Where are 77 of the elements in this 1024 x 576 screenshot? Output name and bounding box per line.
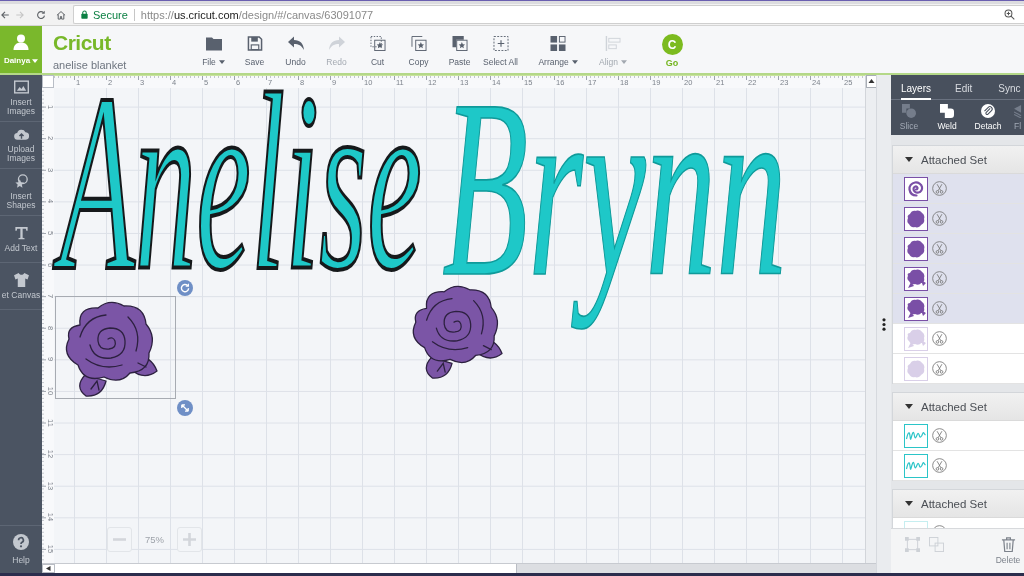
- lock-icon: [81, 10, 88, 19]
- scrollbar[interactable]: [865, 75, 876, 563]
- t-shirt-icon: [13, 272, 29, 287]
- dashed-plus-square-icon: [492, 36, 509, 51]
- scissors-icon[interactable]: [932, 428, 947, 443]
- scissors-icon[interactable]: [932, 458, 947, 473]
- scissors-icon[interactable]: [932, 271, 947, 286]
- panel-tab[interactable]: Edit: [955, 75, 973, 100]
- rotate-handle[interactable]: [177, 280, 193, 296]
- security-label: Secure: [93, 8, 128, 21]
- scissors-icon[interactable]: [932, 211, 947, 226]
- group-header[interactable]: Attached Set: [893, 393, 1024, 421]
- align-left-icon: [605, 36, 621, 51]
- layer-row[interactable]: [893, 294, 1024, 324]
- star-circle-icon: [13, 174, 29, 188]
- logo-badge: C: [661, 34, 683, 55]
- panel-tab[interactable]: Layers: [901, 75, 931, 100]
- home-icon[interactable]: [56, 9, 66, 20]
- scissors-icon[interactable]: [932, 181, 947, 196]
- grouped-square-icon: [904, 537, 920, 552]
- scissors-icon[interactable]: [932, 241, 947, 256]
- canvas-text: Brynn: [441, 95, 787, 328]
- scroll-left-icon[interactable]: [42, 564, 55, 573]
- star-square-icon: [451, 36, 468, 51]
- undo-button[interactable]: Undo: [275, 26, 316, 73]
- layer-row[interactable]: [893, 264, 1024, 294]
- address-field[interactable]: Secure https://us.cricut.com/design/#/canvas/63091077: [73, 5, 1024, 24]
- trash-icon: [1000, 537, 1016, 552]
- folder-icon: [205, 36, 222, 51]
- scroll-up-icon[interactable]: [866, 75, 877, 88]
- group-header[interactable]: Attached Set: [893, 490, 1024, 518]
- weld-button[interactable]: Weld: [927, 100, 967, 134]
- text-icon: [13, 225, 29, 240]
- scissors-icon[interactable]: [932, 331, 947, 346]
- scissors-icon[interactable]: [932, 301, 947, 316]
- undo-icon: [287, 36, 304, 51]
- zoom-level: 75%: [144, 534, 165, 545]
- stacked-star-square-icon: [410, 36, 427, 51]
- save-button[interactable]: Save: [234, 26, 275, 73]
- merged-shapes-icon: [940, 104, 954, 118]
- project-name: anelise blanket: [53, 59, 128, 71]
- logo-text: Cricut: [53, 31, 112, 54]
- scrollbar-thumb[interactable]: [55, 564, 517, 573]
- resize-handle[interactable]: [177, 400, 193, 416]
- drag-handle-icon[interactable]: [882, 317, 886, 331]
- file-button[interactable]: File: [193, 26, 234, 73]
- layer-row[interactable]: [893, 204, 1024, 234]
- arrange-button[interactable]: Arrange: [530, 26, 586, 73]
- layer-row[interactable]: [893, 234, 1024, 264]
- group-header[interactable]: Attached Set: [893, 146, 1024, 174]
- redo-icon: [328, 36, 345, 51]
- help-icon: [13, 534, 29, 550]
- copy-button[interactable]: Copy: [398, 26, 439, 73]
- cut-button[interactable]: Cut: [357, 26, 398, 73]
- four-squares-icon: [550, 36, 566, 51]
- paste-button[interactable]: Paste: [439, 26, 480, 73]
- cloud-upload-icon: [13, 127, 29, 141]
- select-all-button[interactable]: Select All: [480, 26, 521, 73]
- url-text: https://us.cricut.com/design/#/canvas/63091077: [140, 8, 374, 21]
- image-icon: [13, 80, 29, 94]
- scrollbar[interactable]: [42, 563, 876, 573]
- delete-button[interactable]: Delete: [993, 537, 1023, 565]
- reload-icon[interactable]: [36, 9, 46, 20]
- split-squares-icon: [928, 537, 944, 552]
- caret-icon: [32, 58, 39, 63]
- dashed-star-square-icon: [369, 36, 386, 51]
- layer-row[interactable]: [893, 174, 1024, 204]
- zoom-in-icon[interactable]: [1004, 9, 1015, 20]
- plus-icon: [183, 533, 196, 546]
- layers-icon: [1014, 104, 1022, 118]
- user-icon: [13, 34, 29, 50]
- scissors-icon[interactable]: [932, 361, 947, 376]
- detach-button[interactable]: Detach: [967, 100, 1009, 134]
- panel-tab[interactable]: Sync: [998, 75, 1021, 100]
- back-icon[interactable]: [0, 9, 10, 20]
- paperclip-icon: [981, 104, 995, 118]
- overlap-shapes-icon: [902, 104, 916, 118]
